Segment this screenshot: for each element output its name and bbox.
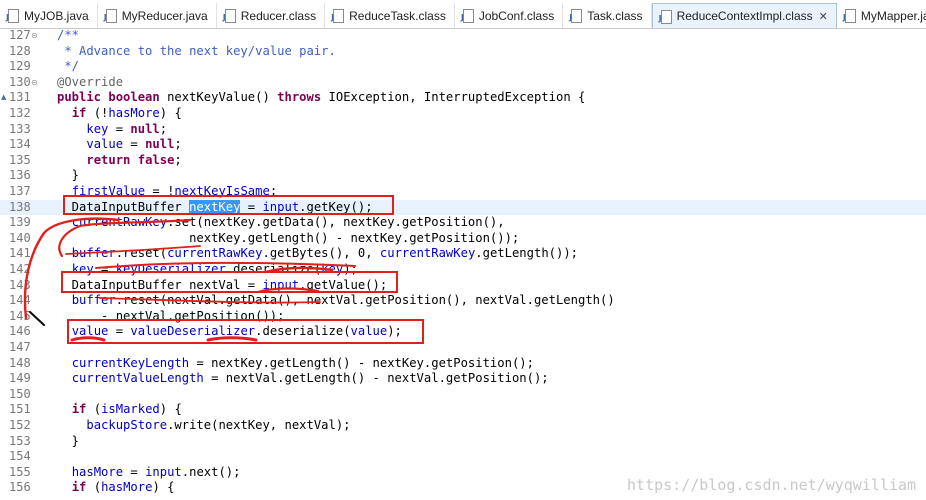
java-file-icon: J (6, 8, 20, 23)
watermark: https://blog.csdn.net/wyqwilliam (627, 476, 916, 494)
tab-label: ReduceTask.class (349, 8, 446, 23)
code-editor[interactable]: 127 ⊝/** 128 * Advance to the next key/val… (0, 28, 926, 500)
java-file-icon: J (104, 8, 118, 23)
class-file-icon: J (659, 9, 673, 24)
class-file-icon: J (461, 8, 475, 23)
tab-reducer-class[interactable]: J Reducer.class (217, 3, 326, 28)
class-file-icon: J (223, 8, 237, 23)
tab-myreducer-java[interactable]: J MyReducer.java (98, 3, 217, 28)
tab-label: JobConf.class (478, 8, 555, 23)
tab-label: MyReducer.java (121, 8, 208, 23)
class-file-icon: J (569, 8, 583, 23)
tab-label: MyMapper.java (860, 8, 926, 23)
java-file-icon: J (843, 8, 857, 23)
tab-reducecontextimpl-class[interactable]: J ReduceContextImpl.class ✕ (651, 3, 837, 28)
tab-label: MyJOB.java (24, 8, 89, 23)
red-hand-drawn-annotations (23, 217, 356, 342)
tab-label: Reducer.class (240, 8, 317, 23)
tab-myjob-java[interactable]: J MyJOB.java (0, 3, 98, 28)
class-file-icon: J (331, 8, 345, 23)
close-tab-icon[interactable]: ✕ (819, 10, 828, 23)
tab-label: Task.class (587, 8, 643, 23)
editor-tab-bar: J MyJOB.java J MyReducer.java J Reducer.class… (0, 0, 926, 29)
tab-reducetask-class[interactable]: J ReduceTask.class (325, 3, 455, 28)
tab-task-class[interactable]: J Task.class (563, 3, 652, 28)
tab-mymapper-java[interactable]: JMyMapper.java (837, 3, 926, 28)
tab-jobconf-class[interactable]: J JobConf.class (455, 3, 564, 28)
tab-label: ReduceContextImpl.class (676, 9, 813, 23)
